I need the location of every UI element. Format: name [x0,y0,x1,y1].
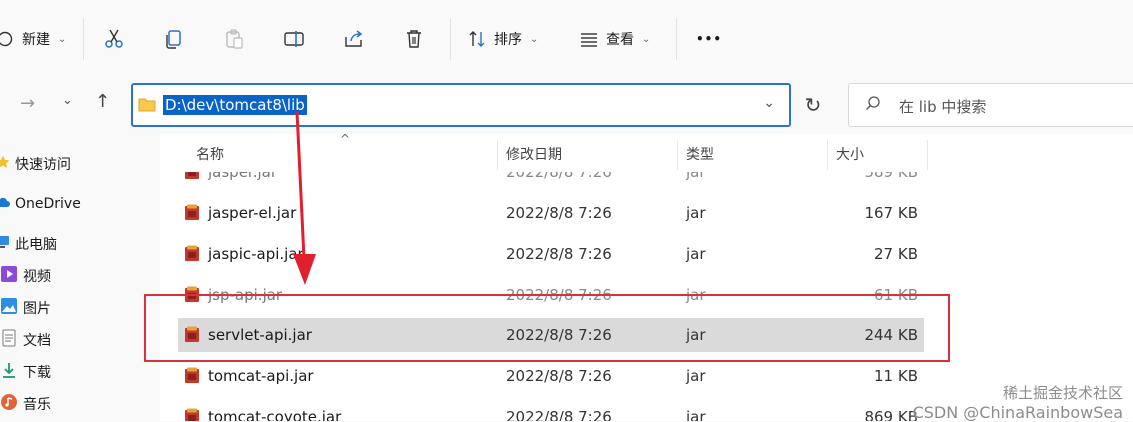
watermark-csdn: CSDN @ChinaRainbowSea [912,403,1123,422]
watermark-juejin: 稀土掘金技术社区 [1002,384,1123,402]
watermark: 稀土掘金技术社区 CSDN @ChinaRainbowSea [913,382,1123,422]
annotation-highlight-box [144,294,950,362]
